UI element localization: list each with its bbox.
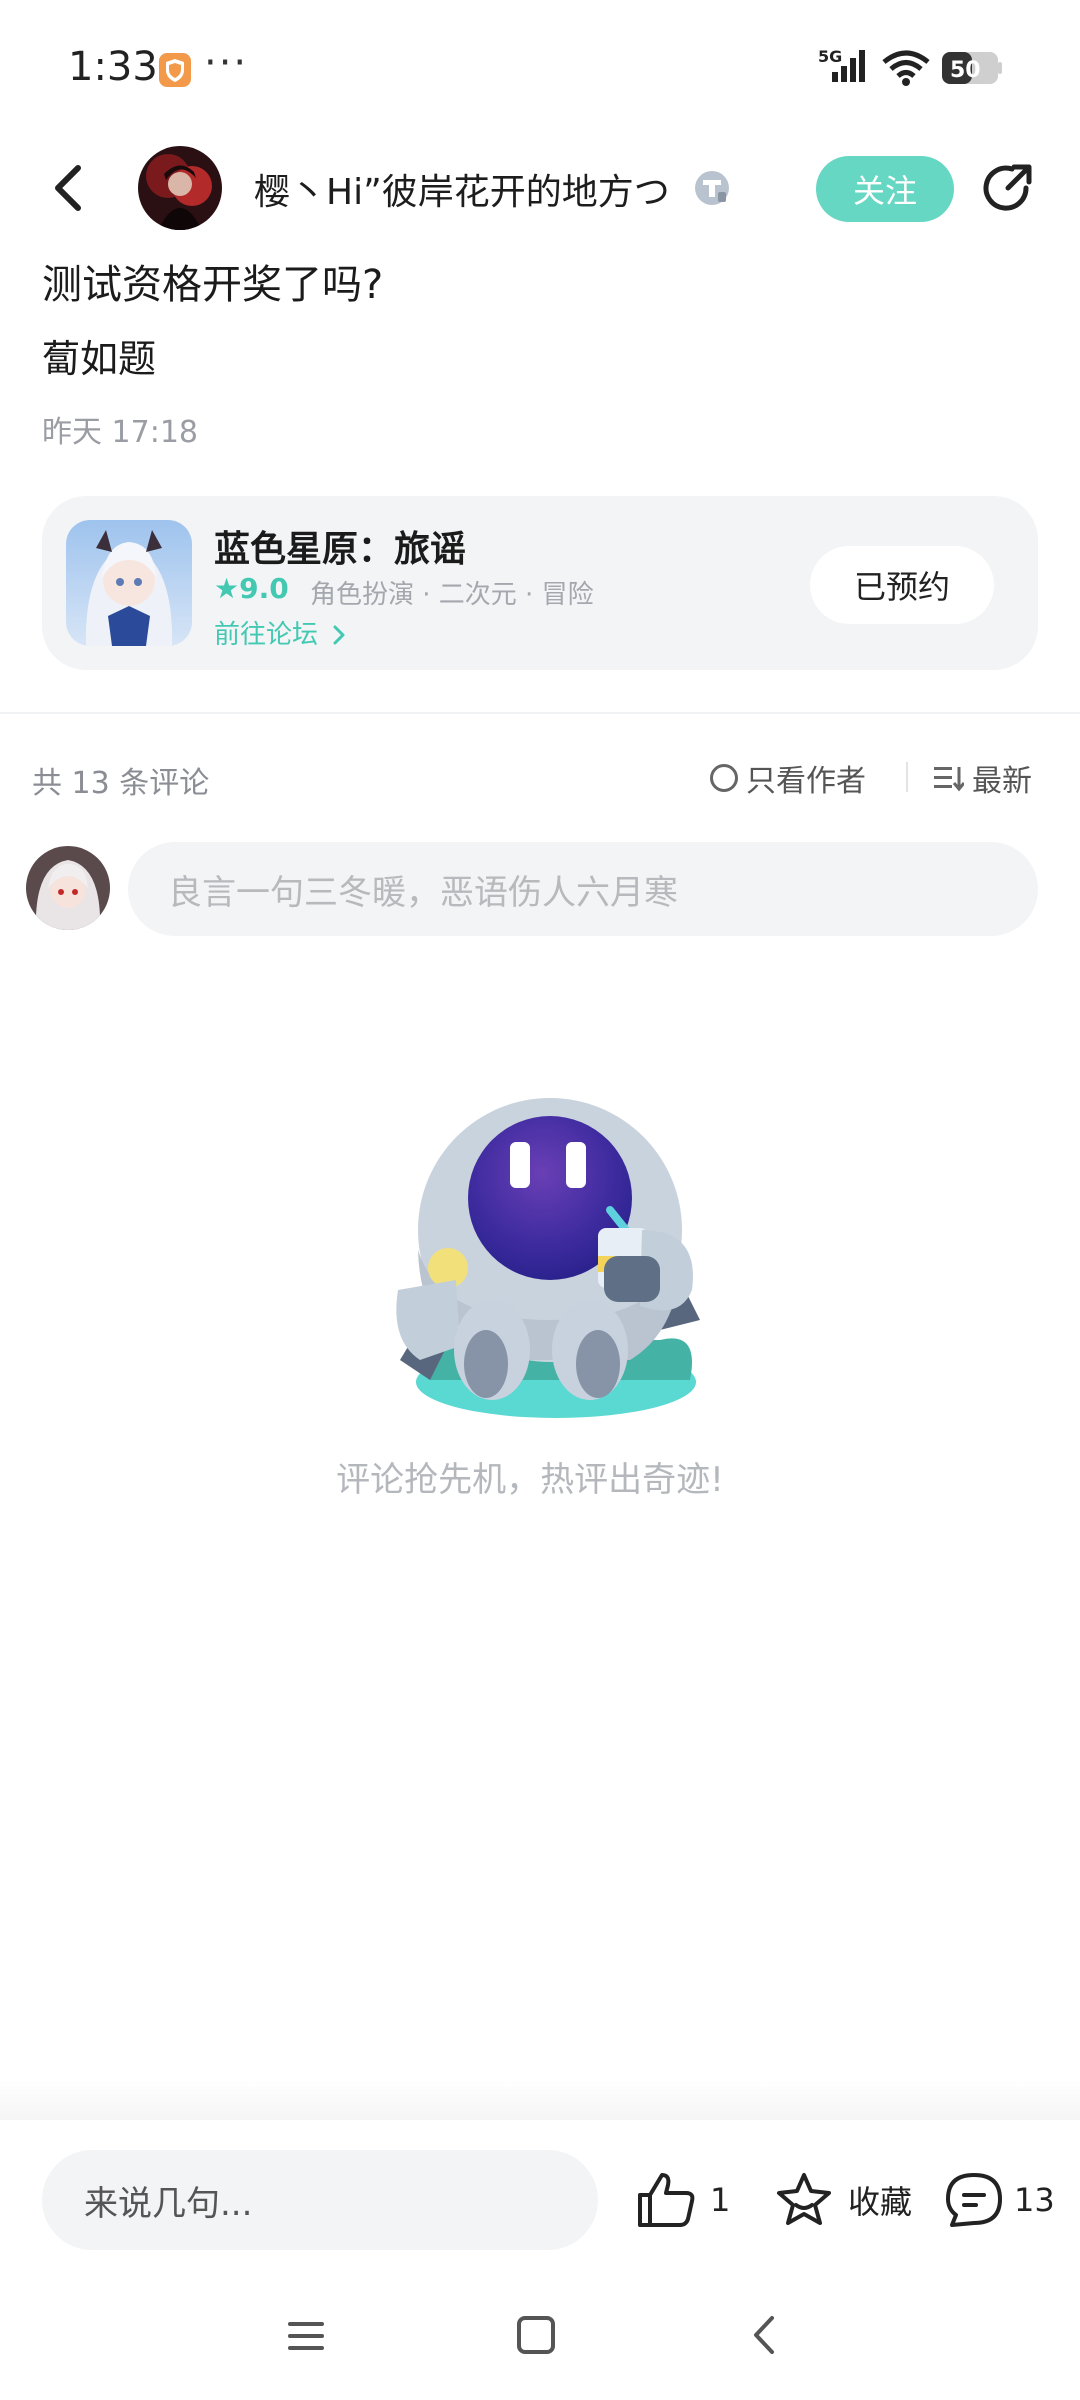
star-icon: ★: [214, 572, 240, 605]
thumbs-up-icon: [638, 2173, 695, 2227]
game-name[interactable]: 蓝色星原：旅谣: [214, 520, 466, 572]
wifi-icon: [882, 50, 930, 86]
game-tags: 角色扮演 · 二次元 · 冒险: [310, 580, 594, 610]
chevron-left-icon: [754, 2316, 774, 2354]
signal-icon: [832, 72, 838, 82]
comment-count: 共 13 条评论: [32, 766, 210, 801]
status-indicators: 5G 50: [818, 46, 1008, 90]
game-rating-value: 9.0: [239, 572, 289, 605]
go-to-forum-link[interactable]: 前往论坛: [214, 614, 348, 651]
menu-icon: [288, 2322, 324, 2350]
sort-newest-button[interactable]: 最新: [934, 756, 1032, 800]
chevron-left-icon: [55, 165, 81, 211]
shield-icon: [158, 52, 192, 88]
follow-button[interactable]: 关注: [816, 156, 954, 222]
reserved-button[interactable]: 已预约: [810, 546, 994, 624]
share-icon: [983, 164, 1032, 211]
game-rating: ★9.0: [214, 572, 289, 605]
bottom-bar-shadow: [0, 2080, 1080, 2120]
comments-button[interactable]: 13: [944, 2168, 1055, 2232]
battery-icon: 50: [942, 52, 1002, 84]
share-button[interactable]: [978, 158, 1038, 218]
status-time: 1:33: [68, 44, 158, 90]
chevron-right-icon: [333, 625, 345, 645]
nav-back-button[interactable]: [748, 2312, 778, 2358]
back-button[interactable]: [44, 158, 98, 218]
my-avatar: [26, 846, 110, 930]
section-divider: [0, 712, 1080, 714]
filter-separator: [906, 762, 908, 792]
author-only-label: 只看作者: [746, 764, 866, 799]
empty-comments-text: 评论抢先机，热评出奇迹!: [336, 1460, 724, 1500]
post-timestamp: 昨天 17:18: [42, 415, 198, 450]
favorite-button[interactable]: 收藏: [774, 2168, 912, 2232]
game-icon[interactable]: [66, 520, 192, 646]
sort-icon: [934, 767, 964, 792]
mascot-illustration: [360, 1080, 740, 1420]
author-only-toggle[interactable]: 只看作者: [710, 756, 866, 800]
network-type-label: 5G: [818, 47, 842, 66]
svg-text:50: 50: [950, 58, 981, 83]
star-outline-icon: [777, 2173, 831, 2225]
favorite-label: 收藏: [848, 2183, 913, 2221]
nav-menu-button[interactable]: [286, 2316, 326, 2356]
author-avatar[interactable]: [138, 146, 222, 230]
sort-label: 最新: [972, 764, 1032, 799]
like-button[interactable]: 1: [636, 2168, 730, 2232]
comment-bubble-icon: [946, 2173, 1002, 2227]
comment-input[interactable]: 良言一句三冬暖，恶语伤人六月寒: [128, 842, 1038, 936]
forum-link-label: 前往论坛: [214, 620, 319, 650]
post-body: 蔔如题: [42, 337, 157, 381]
more-notifications-icon: ···: [204, 40, 249, 86]
comment-count-badge: 13: [1014, 2181, 1055, 2219]
author-name[interactable]: 樱丶Hi”彼岸花开的地方つ: [254, 163, 670, 215]
square-home-icon: [517, 2316, 555, 2354]
radio-circle-icon: [710, 764, 738, 792]
like-count: 1: [710, 2181, 731, 2219]
nav-home-button[interactable]: [516, 2314, 556, 2356]
post-title: 测试资格开奖了吗?: [42, 262, 384, 308]
verified-badge-icon: [692, 168, 732, 208]
reply-input[interactable]: 来说几句...: [42, 2150, 598, 2250]
